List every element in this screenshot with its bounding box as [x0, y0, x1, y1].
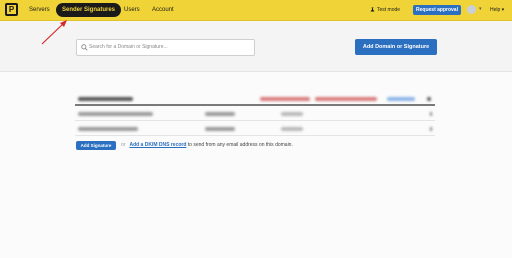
annotation-arrow-icon: [41, 20, 67, 45]
